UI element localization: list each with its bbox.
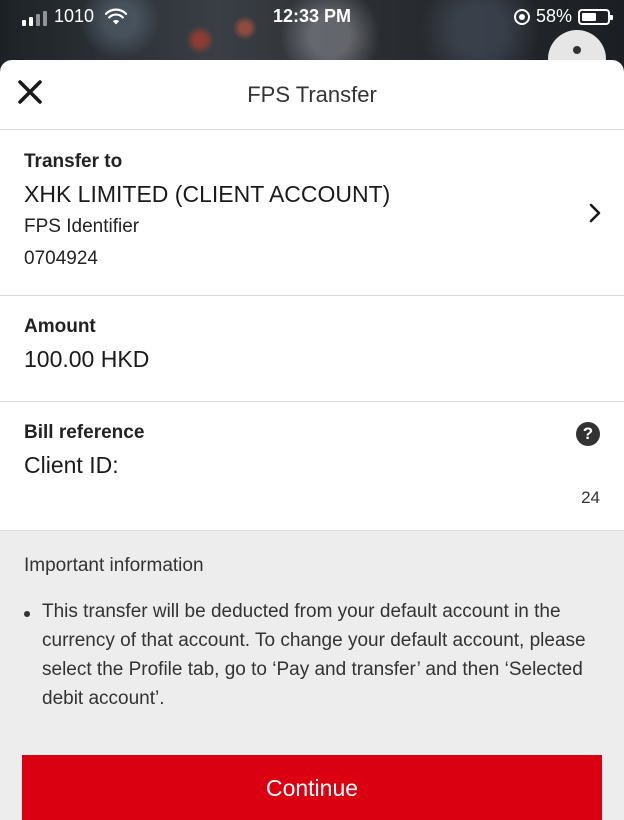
bullet-icon: [24, 611, 30, 617]
continue-button[interactable]: Continue: [22, 755, 602, 820]
fps-identifier-label: FPS Identifier: [24, 216, 140, 237]
battery-percent: 58%: [535, 6, 572, 26]
sheet-header: FPS Transfer: [0, 60, 624, 130]
fps-identifier-value: 0704924: [24, 248, 98, 269]
info-list-item: This transfer will be deducted from your…: [24, 597, 600, 713]
amount-row[interactable]: Amount 100.00 HKD: [0, 296, 624, 402]
info-text: This transfer will be deducted from your…: [42, 601, 586, 709]
bill-reference-input[interactable]: [24, 452, 544, 479]
battery-fill: [582, 12, 596, 21]
amount-value: 100.00 HKD: [24, 346, 150, 372]
bill-reference-row[interactable]: Bill reference ? 24: [0, 402, 624, 531]
remaining-characters: 24: [581, 488, 600, 507]
bill-reference-label: Bill reference: [24, 422, 145, 443]
rotation-lock-icon: [513, 8, 530, 25]
chevron-right-icon: [589, 203, 601, 223]
page-title: FPS Transfer: [247, 82, 377, 107]
status-right: 58%: [513, 6, 613, 27]
transfer-to-label: Transfer to: [24, 151, 123, 172]
transfer-to-row[interactable]: Transfer to XHK LIMITED (CLIENT ACCOUNT)…: [0, 130, 624, 296]
payee-name: XHK LIMITED (CLIENT ACCOUNT): [24, 181, 391, 207]
battery-icon: [578, 8, 613, 25]
fps-transfer-sheet: FPS Transfer Transfer to XHK LIMITED (CL…: [0, 60, 624, 820]
info-title: Important information: [24, 555, 204, 576]
help-icon[interactable]: ?: [576, 422, 600, 446]
amount-label: Amount: [24, 316, 96, 337]
